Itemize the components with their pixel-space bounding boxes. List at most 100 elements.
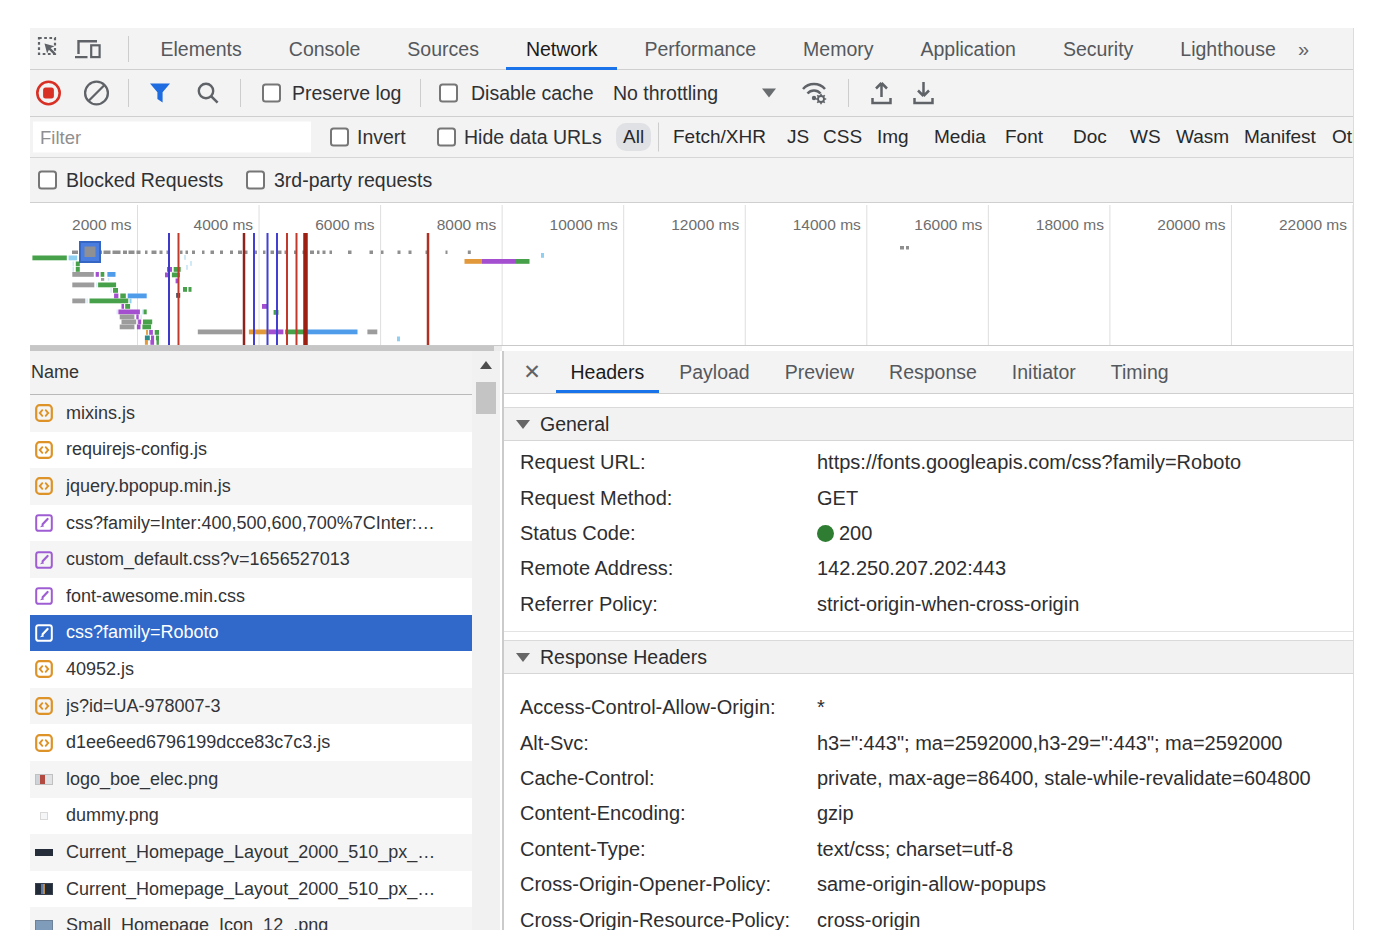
filter-type-fetch-xhr[interactable]: Fetch/XHR [673, 126, 766, 148]
request-name: js?id=UA-978007-3 [66, 696, 472, 717]
more-tabs-icon[interactable]: » [1298, 37, 1307, 60]
request-row[interactable]: js?id=UA-978007-3 [30, 688, 472, 725]
request-name: Current_Homepage_Layout_2000_510_px_… [66, 879, 472, 900]
disclosure-triangle-icon[interactable] [516, 653, 530, 662]
details-tab-timing[interactable]: Timing [1093, 351, 1186, 393]
overview-speck [230, 251, 233, 255]
tab-network[interactable]: Network [502, 28, 621, 70]
section-header-general[interactable]: General [504, 407, 1354, 441]
filter-input[interactable] [33, 122, 311, 153]
toolbar-divider [848, 79, 849, 107]
header-row: Remote Address:142.250.207.202:443 [504, 551, 1354, 586]
network-overview-timeline[interactable]: 2000 ms4000 ms6000 ms8000 ms10000 ms1200… [30, 203, 1353, 346]
request-row[interactable]: mixins.js [30, 395, 472, 432]
overview-bar [307, 330, 358, 335]
blocked-requests-checkbox[interactable] [38, 171, 57, 190]
request-row[interactable]: custom_default.css?v=1656527013 [30, 541, 472, 578]
request-row[interactable]: css?family=Inter:400,500,600,700%7CInter… [30, 505, 472, 542]
throttling-select[interactable]: No throttling [613, 82, 718, 105]
details-tab-preview[interactable]: Preview [767, 351, 871, 393]
overview-speck [202, 251, 205, 255]
img-file-icon [35, 843, 53, 861]
section-header-response-headers[interactable]: Response Headers [504, 640, 1354, 674]
filter-type-wasm[interactable]: Wasm [1176, 126, 1229, 148]
preserve-log-label: Preserve log [292, 82, 401, 105]
request-row[interactable]: jquery.bpopup.min.js [30, 468, 472, 505]
filter-type-js[interactable]: JS [787, 126, 809, 148]
requests-panel: Name mixins.js requirejs-config.jsjquery.… [30, 351, 502, 930]
filter-type-img[interactable]: Img [877, 126, 909, 148]
header-key: Cache-Control: [504, 767, 817, 790]
filter-type-other[interactable]: Other [1332, 126, 1354, 148]
tab-elements[interactable]: Elements [137, 28, 265, 70]
request-row[interactable]: 40952.js [30, 651, 472, 688]
filter-type-media[interactable]: Media [934, 126, 986, 148]
request-row[interactable]: Small_Homepage_Icon_12_.png [30, 907, 472, 930]
request-name: dummy.png [66, 805, 472, 826]
details-tab-headers[interactable]: Headers [553, 351, 662, 393]
tab-performance[interactable]: Performance [621, 28, 780, 70]
overview-bar [122, 304, 125, 309]
hide-data-urls-checkbox[interactable] [437, 128, 456, 147]
overview-bar [482, 259, 516, 264]
details-tab-response[interactable]: Response [872, 351, 995, 393]
tab-memory[interactable]: Memory [780, 28, 897, 70]
search-icon[interactable] [196, 81, 220, 105]
request-name: css?family=Roboto [66, 622, 472, 643]
filter-type-css[interactable]: CSS [823, 126, 862, 148]
network-conditions-icon[interactable] [800, 80, 830, 107]
request-row[interactable]: d1ee6eed6796199dcce83c7c3.js [30, 724, 472, 761]
overview-bar [137, 325, 141, 330]
tab-application[interactable]: Application [897, 28, 1039, 70]
request-name: mixins.js [66, 403, 472, 424]
scrollbar-thumb[interactable] [476, 382, 496, 414]
filter-icon[interactable] [149, 83, 171, 104]
export-har-icon[interactable] [912, 80, 935, 106]
clear-network-log-icon[interactable] [83, 80, 110, 107]
details-tab-payload[interactable]: Payload [662, 351, 767, 393]
record-network-log-icon[interactable] [35, 80, 62, 107]
js-file-icon [35, 697, 53, 715]
request-row[interactable]: logo_boe_elec.png [30, 761, 472, 798]
tab-lighthouse[interactable]: Lighthouse [1157, 28, 1299, 70]
device-toolbar-icon[interactable] [74, 36, 103, 61]
close-details-icon[interactable]: ✕ [521, 361, 543, 383]
hide-data-urls-label: Hide data URLs [464, 126, 602, 149]
overview-bar [183, 287, 187, 292]
request-row[interactable]: font-awesome.min.css [30, 578, 472, 615]
ruler-label: 6000 ms [315, 216, 375, 233]
third-party-requests-checkbox[interactable] [246, 171, 265, 190]
request-row[interactable]: Current_Homepage_Layout_2000_510_px_… [30, 834, 472, 871]
request-row[interactable]: dummy.png [30, 798, 472, 835]
preserve-log-checkbox[interactable] [262, 84, 281, 103]
filter-type-font[interactable]: Font [1005, 126, 1043, 148]
overview-speck [211, 251, 215, 255]
disclosure-triangle-icon[interactable] [516, 420, 530, 429]
overview-bar [111, 288, 112, 293]
overview-chart[interactable]: 2000 ms4000 ms6000 ms8000 ms10000 ms1200… [30, 203, 1354, 346]
request-row[interactable]: Current_Homepage_Layout_2000_510_px_… [30, 871, 472, 908]
request-row[interactable]: requirejs-config.js [30, 432, 472, 469]
filter-type-all[interactable]: All [616, 123, 651, 151]
filter-type-ws[interactable]: WS [1130, 126, 1161, 148]
filter-type-manifest[interactable]: Manifest [1244, 126, 1316, 148]
tab-security[interactable]: Security [1039, 28, 1156, 70]
name-column-header[interactable]: Name [30, 351, 472, 395]
filter-type-doc[interactable]: Doc [1073, 126, 1107, 148]
invert-filter-checkbox[interactable] [330, 128, 349, 147]
scroll-up-icon[interactable] [472, 351, 500, 379]
overview-bar [117, 310, 118, 315]
toolbar-divider [658, 123, 659, 152]
overview-speck [310, 251, 314, 255]
throttling-caret-icon[interactable] [762, 89, 776, 98]
tab-sources[interactable]: Sources [384, 28, 503, 70]
import-har-icon[interactable] [870, 80, 893, 106]
overview-bar [73, 262, 75, 267]
inspect-element-icon[interactable] [37, 36, 64, 62]
details-tab-initiator[interactable]: Initiator [994, 351, 1093, 393]
tab-console[interactable]: Console [265, 28, 384, 70]
requests-vertical-scrollbar[interactable] [472, 351, 500, 930]
request-row[interactable]: css?family=Roboto [30, 615, 472, 652]
disable-cache-checkbox[interactable] [439, 84, 458, 103]
overview-bar [465, 259, 483, 264]
